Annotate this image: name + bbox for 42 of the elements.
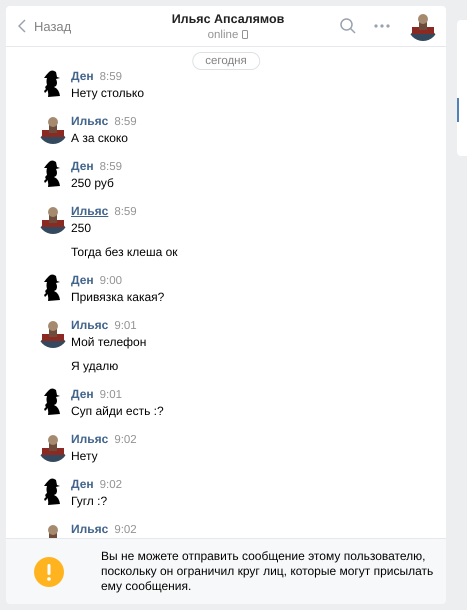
message-time: 9:02	[114, 434, 137, 446]
message-text: А за скоко	[71, 130, 129, 147]
author-name[interactable]: Ден	[71, 159, 94, 173]
author-name[interactable]: Ильяс	[71, 114, 108, 128]
chevron-left-icon	[18, 19, 26, 33]
message-text: Нету	[71, 448, 99, 465]
message-text: Гугл :?	[71, 493, 108, 510]
search-button[interactable]	[340, 18, 356, 34]
back-link[interactable]: Назад	[18, 18, 168, 34]
message-text: Нету столько	[71, 85, 144, 102]
message-text: 250 руб	[71, 175, 115, 192]
message-time: 8:59	[100, 161, 122, 173]
notice-text: Вы не можете отправить сообщение этому пользователю, поскольку он ограничил круг лиц, которые могут присылать ему сообщения.	[101, 549, 434, 594]
message-time: 8:59	[100, 71, 122, 83]
phone-icon	[242, 30, 248, 39]
message-text: Суп айди есть :?	[71, 403, 164, 420]
message-time: 9:00	[100, 275, 122, 287]
author-name[interactable]: Ден	[71, 273, 94, 287]
author-name[interactable]: Ден	[71, 387, 94, 401]
author-name[interactable]: Ильяс	[71, 318, 108, 332]
more-button[interactable]	[374, 24, 390, 28]
message-time: 9:01	[114, 320, 137, 332]
message-text: 250	[71, 220, 92, 237]
selection-marker	[457, 98, 459, 122]
message-time: 9:02	[114, 524, 137, 536]
author-name[interactable]: Ден	[71, 69, 94, 83]
author-name[interactable]: Ильяс	[71, 522, 108, 536]
author-name[interactable]: Ильяс	[71, 432, 108, 446]
message-text: Привязка какая?	[71, 289, 164, 306]
message-time: 8:59	[114, 116, 137, 128]
message-text: Я удалю	[71, 358, 120, 375]
chat-title: Ильяс Апсалямов	[172, 12, 284, 26]
message-text: Мой телефон	[71, 334, 146, 351]
message-time: 9:02	[100, 479, 122, 491]
message-time: 8:59	[114, 206, 137, 218]
message-text: Тогда без клеша ок	[71, 244, 178, 261]
warning-icon	[34, 556, 64, 586]
date-badge: сегодня	[192, 52, 260, 70]
online-status: online	[208, 28, 238, 40]
author-name[interactable]: Ден	[71, 477, 94, 491]
author-name[interactable]: Ильяс	[71, 204, 108, 218]
message-time: 9:01	[100, 389, 122, 401]
